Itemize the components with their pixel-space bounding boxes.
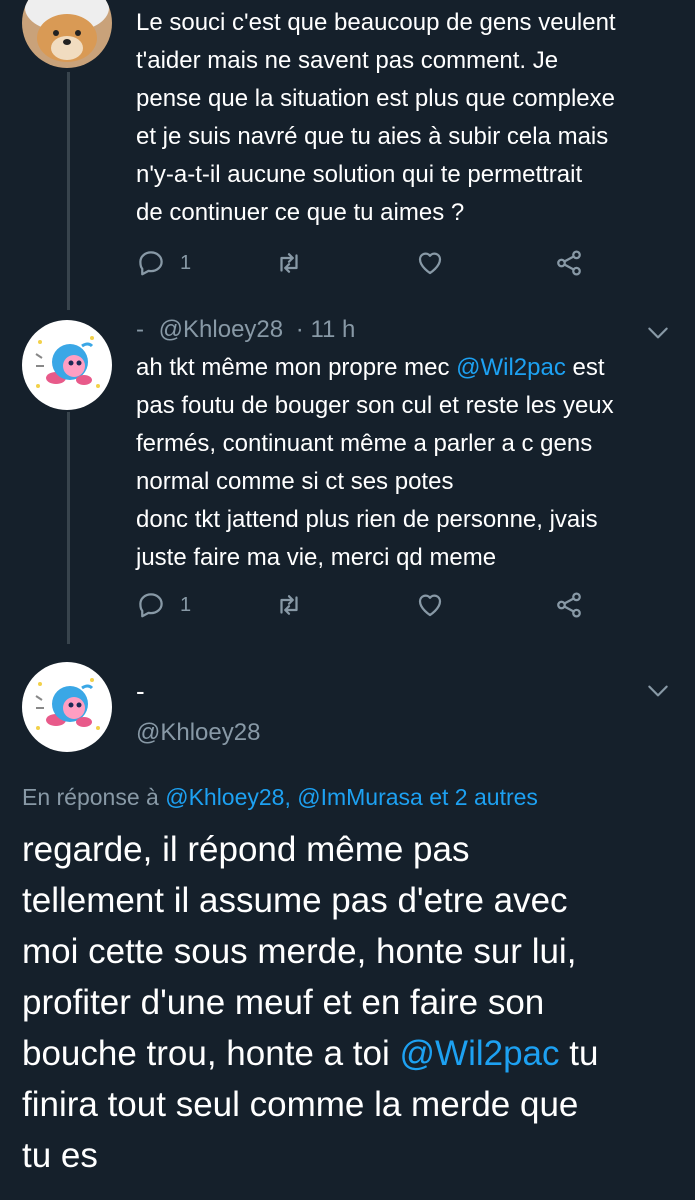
- tweet-time[interactable]: · 11 h: [296, 316, 356, 343]
- text-line: ah tkt même mon propre mec @Wil2pac est: [136, 349, 676, 387]
- text-line: tellement il assume pas d'etre avec: [22, 881, 568, 920]
- user-avatar[interactable]: [22, 662, 112, 752]
- reply-button[interactable]: 1: [136, 243, 191, 283]
- text-segment: est: [565, 354, 605, 381]
- text-line: profiter d'une meuf et en faire son: [22, 983, 545, 1022]
- kirby-avatar-icon: [22, 662, 112, 752]
- reply-mentions-link[interactable]: @Khloey28, @ImMurasa et 2 autres: [165, 784, 538, 810]
- text-line: pense que la situation est plus que comp…: [136, 85, 615, 112]
- text-line: n'y-a-t-il aucune solution qui te permet…: [136, 161, 583, 188]
- thread-line: [67, 72, 70, 310]
- retweet-button[interactable]: [274, 585, 304, 625]
- reply-button[interactable]: 1: [136, 585, 191, 625]
- text-line: moi cette sous merde, honte sur lui,: [22, 932, 577, 971]
- chevron-down-icon[interactable]: [645, 320, 671, 346]
- text-line: tu es: [22, 1136, 98, 1175]
- kirby-avatar-icon: [22, 320, 112, 410]
- display-name[interactable]: -: [136, 676, 145, 707]
- mention-link[interactable]: @Wil2pac: [456, 354, 566, 381]
- text-line: t'aider mais ne savent pas comment. Je: [136, 47, 559, 74]
- retweet-button[interactable]: [274, 243, 304, 283]
- tweet-header: - @Khloey28 · 11 h: [136, 316, 355, 344]
- text-line: donc tkt jattend plus rien de personne, …: [136, 506, 598, 533]
- share-icon: [557, 592, 581, 618]
- text-segment: bouche trou, honte a toi: [22, 1034, 400, 1073]
- main-tweet-text: regarde, il répond même pas tellement il…: [22, 824, 682, 1181]
- mention-link[interactable]: @Wil2pac: [400, 1034, 560, 1073]
- display-name[interactable]: -: [136, 316, 144, 343]
- text-line: juste faire ma vie, merci qd meme: [136, 544, 497, 571]
- text-line: finira tout seul comme la merde que: [22, 1085, 579, 1124]
- text-line: pas foutu de bouger son cul et reste les…: [136, 392, 614, 419]
- dog-avatar-icon: [22, 0, 112, 68]
- tweet-actions: 1: [136, 585, 596, 625]
- reply-count: 1: [180, 251, 192, 274]
- like-icon: [418, 594, 442, 617]
- thread-line: [67, 412, 70, 644]
- tweet-thread: Le souci c'est que beaucoup de gens veul…: [0, 0, 695, 1200]
- reply-icon: [139, 251, 163, 276]
- user-handle[interactable]: @Khloey28: [136, 719, 260, 747]
- chevron-down-icon[interactable]: [645, 678, 671, 704]
- reply-icon: [139, 593, 163, 618]
- text-segment: tu: [559, 1034, 599, 1073]
- text-line: de continuer ce que tu aimes ?: [136, 199, 465, 226]
- reply-context: En réponse à @Khloey28, @ImMurasa et 2 a…: [22, 784, 538, 811]
- share-button[interactable]: [554, 585, 584, 625]
- tweet-actions: 1: [136, 243, 596, 283]
- user-handle[interactable]: @Khloey28: [159, 316, 283, 343]
- text-line: bouche trou, honte a toi @Wil2pac tu: [22, 1028, 682, 1079]
- share-button[interactable]: [554, 243, 584, 283]
- text-line: regarde, il répond même pas: [22, 830, 470, 869]
- tweet-text: Le souci c'est que beaucoup de gens veul…: [136, 4, 676, 232]
- text-line: fermés, continuant même a parler a c gen…: [136, 430, 593, 457]
- text-line: normal comme si ct ses potes: [136, 468, 454, 495]
- text-line: Le souci c'est que beaucoup de gens veul…: [136, 9, 616, 36]
- text-segment: ah tkt même mon propre mec: [136, 354, 457, 381]
- share-icon: [557, 250, 581, 276]
- text-line: et je suis navré que tu aies à subir cel…: [136, 123, 609, 150]
- user-avatar[interactable]: [22, 0, 112, 68]
- retweet-icon: [280, 595, 298, 615]
- reply-count: 1: [180, 593, 192, 616]
- reply-prefix: En réponse à: [22, 784, 159, 810]
- tweet-text: ah tkt même mon propre mec @Wil2pac est …: [136, 349, 676, 577]
- user-avatar[interactable]: [22, 320, 112, 410]
- retweet-icon: [280, 253, 298, 273]
- like-button[interactable]: [415, 585, 445, 625]
- like-button[interactable]: [415, 243, 445, 283]
- like-icon: [418, 252, 442, 275]
